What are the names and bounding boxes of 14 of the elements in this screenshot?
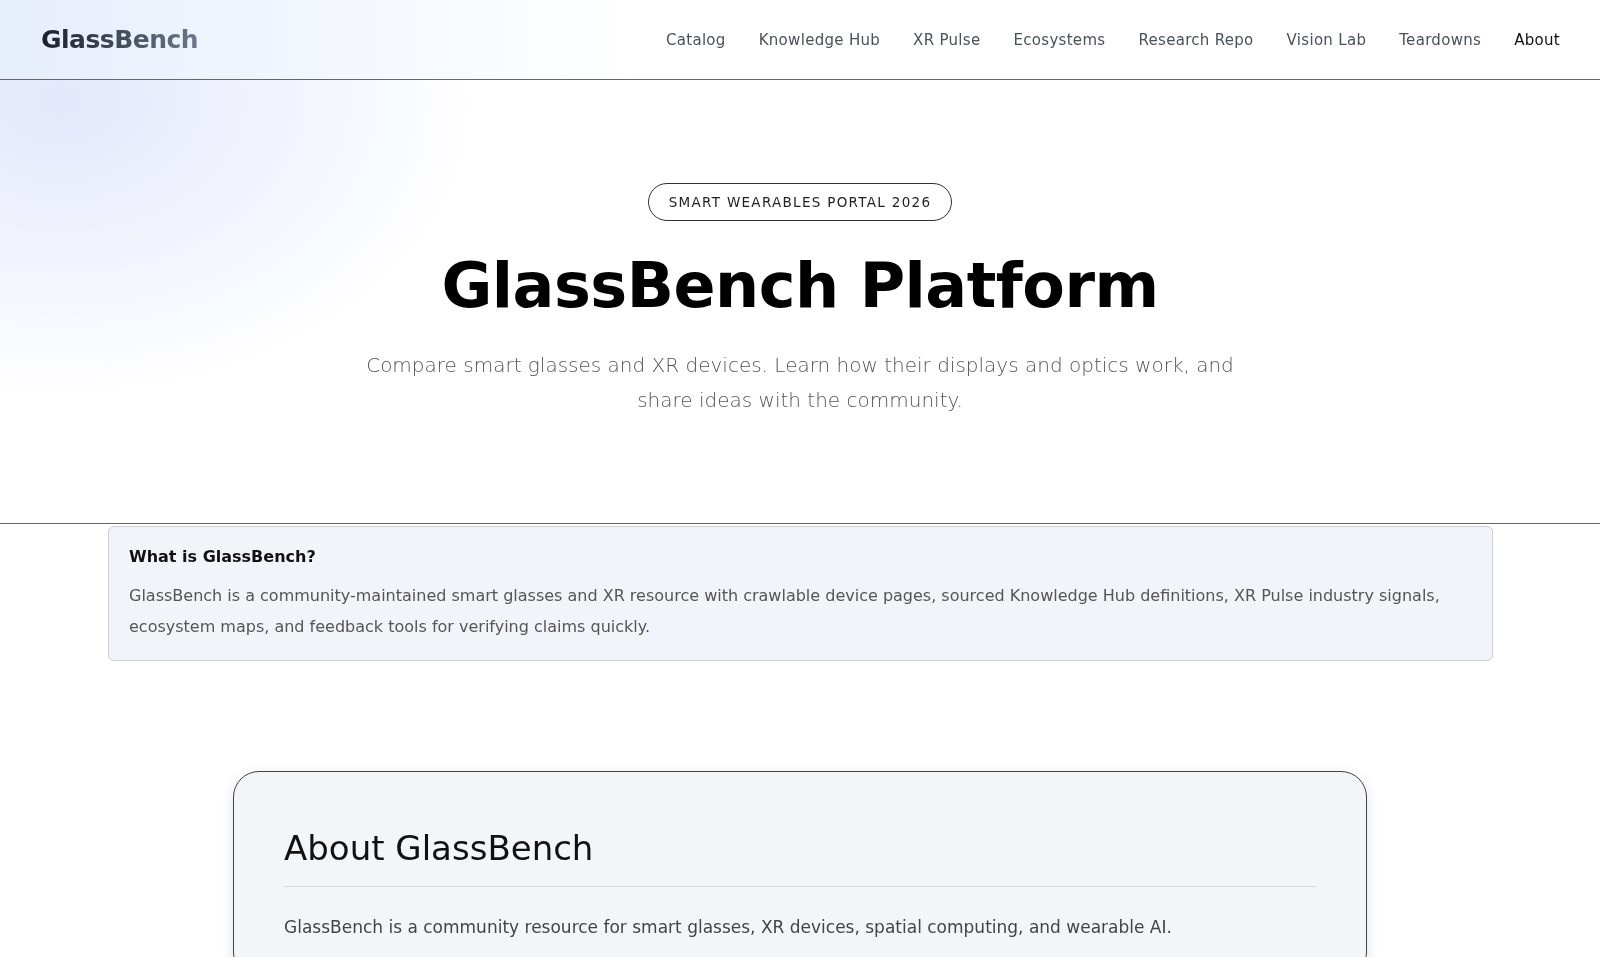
nav-link[interactable]: Teardowns xyxy=(1399,30,1482,49)
nav-link[interactable]: Vision Lab xyxy=(1286,30,1367,49)
nav-link[interactable]: Knowledge Hub xyxy=(758,30,881,49)
nav-link[interactable]: Ecosystems xyxy=(1013,30,1106,49)
hero-subtitle: Compare smart glasses and XR devices. Learn how their displays and optics work, and share ideas with the community. xyxy=(365,352,1235,414)
nav-link[interactable]: About xyxy=(1514,30,1560,49)
nav-link[interactable]: XR Pulse xyxy=(913,30,981,49)
info-title: What is GlassBench? xyxy=(129,547,317,566)
about-text: GlassBench is a community resource for smart glasses, XR devices, spatial computing, and wearable AI. xyxy=(284,917,1173,937)
nav-link[interactable]: Research Repo xyxy=(1138,30,1254,49)
hero-title: GlassBench Platform xyxy=(441,249,1159,322)
nav-link[interactable]: Catalog xyxy=(665,30,726,49)
info-text: GlassBench is a community-maintained smart glasses and XR resource with crawlable device pages, sourced Knowledge Hub definitions, XR Pulse industry signals, ecosystem maps, and feedback tools for verifying claims quickly. xyxy=(129,585,1441,638)
about-title: About GlassBench xyxy=(284,828,1316,887)
